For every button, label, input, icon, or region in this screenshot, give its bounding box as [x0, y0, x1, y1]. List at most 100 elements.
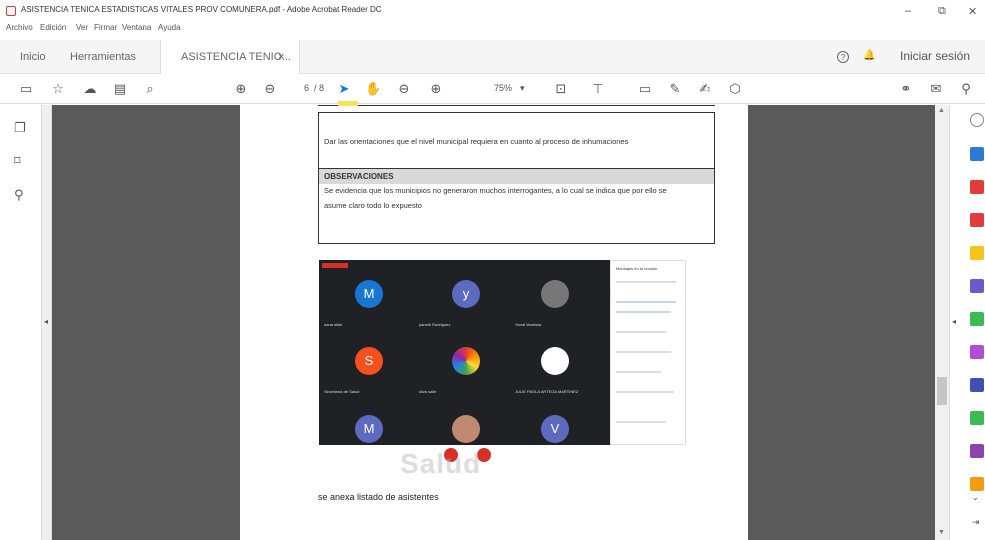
chat-panel-title: Mensajes en la reunión [616, 266, 658, 271]
scan-ocr-icon[interactable] [970, 411, 984, 425]
main-toolbar: ▭ ☆ ☁ ▤ ⌕ ⊕ ⊖ 6 / 8 ➤ ✋ ⊖ ⊕ 75% ▾ ⊡ ⊤ ▭ … [0, 74, 985, 104]
observations-line2: asume claro todo lo expuesto [324, 201, 422, 210]
right-tools-panel: ◂ ⌄ ⇥ [949, 105, 985, 540]
fill-sign-icon[interactable]: ⬡ [727, 81, 743, 97]
participant-logo [541, 347, 569, 375]
window-title: ASISTENCIA TENICA ESTADISTICAS VITALES P… [21, 5, 382, 14]
export-pdf-icon[interactable] [970, 147, 984, 161]
highlight-mark [338, 101, 358, 106]
protect-icon[interactable] [970, 378, 984, 392]
participant-avatar: M [355, 415, 383, 443]
participant-label: nana elkin [324, 322, 343, 327]
tab-bar: Inicio Herramientas ASISTENCIA TENIC... … [0, 40, 985, 74]
observations-heading: OBSERVACIONES [319, 169, 714, 184]
page-thumbnails-icon[interactable]: ❐ [14, 120, 28, 136]
scroll-up-icon[interactable]: ▲ [938, 107, 945, 114]
request-signature-icon[interactable] [970, 444, 984, 458]
organize-pages-icon[interactable] [970, 312, 984, 326]
zoom-in-icon[interactable]: ⊕ [428, 81, 444, 97]
tab-document-label: ASISTENCIA TENIC... [181, 51, 291, 63]
fill-sign-tool-icon[interactable] [970, 345, 984, 359]
fit-page-icon[interactable]: ⊡ [553, 81, 569, 97]
menu-ver[interactable]: Ver [76, 23, 88, 32]
chevron-left-icon: ◂ [44, 317, 49, 326]
left-nav-panel: ❐ ⌑ ⚲ [0, 105, 42, 540]
select-cursor-icon[interactable]: ➤ [336, 81, 352, 97]
participant-avatar: M [355, 280, 383, 308]
maximize-button[interactable]: ⧉ [938, 5, 946, 18]
tab-close-icon[interactable]: × [278, 40, 284, 74]
minimize-button[interactable]: – [905, 5, 911, 17]
chevron-down-icon[interactable]: ⌄ [972, 493, 979, 502]
user-add-icon[interactable]: ⚲ [958, 81, 974, 97]
share-link-icon[interactable]: ⚭ [898, 81, 914, 97]
upload-cloud-icon[interactable]: ☁ [82, 81, 98, 97]
close-window-button[interactable]: ✕ [968, 5, 977, 18]
scroll-thumb[interactable] [937, 377, 947, 405]
watermark: Salud [400, 448, 482, 479]
comment-icon[interactable]: ▭ [637, 81, 653, 97]
participant-avatar: S [355, 347, 383, 375]
bookmarks-icon[interactable]: ⌑ [14, 153, 28, 169]
meeting-controls-bar [319, 445, 686, 467]
participant-label: Secretaría de Salud [324, 389, 360, 394]
more-tools-icon[interactable] [970, 477, 984, 491]
participant-label: Yandi Vanessa [515, 322, 542, 327]
participant-label: JULIE PAOLA ARTEGA MARTINEZ [515, 389, 579, 394]
observations-line1: Se evidencia que los municipios no gener… [324, 186, 667, 195]
zoom-dropdown-icon[interactable]: ▾ [520, 83, 525, 94]
menu-ayuda[interactable]: Ayuda [158, 23, 181, 32]
combine-files-icon[interactable] [970, 279, 984, 293]
comment-tool-icon[interactable] [970, 246, 984, 260]
sign-icon[interactable]: ✍ [697, 81, 713, 97]
table-top-border [318, 105, 715, 106]
signin-button[interactable]: Iniciar sesión [900, 49, 970, 63]
orientation-box: Dar las orientaciones que el nivel munic… [318, 112, 715, 169]
recording-badge [322, 263, 348, 268]
hand-tool-icon[interactable]: ✋ [365, 81, 381, 97]
scroll-down-icon[interactable]: ▼ [938, 529, 945, 536]
bookmark-star-icon[interactable]: ☆ [50, 81, 66, 97]
participant-label: yaneth Rodriguez [419, 322, 451, 327]
panel-expand-icon[interactable]: ⇥ [972, 517, 980, 528]
attachments-icon[interactable]: ⚲ [14, 187, 28, 203]
scroll-mode-icon[interactable]: ⊤ [590, 81, 606, 97]
tab-tools[interactable]: Herramientas [70, 40, 136, 74]
create-pdf-icon[interactable] [970, 213, 984, 227]
menu-bar: Archivo Edición Ver Firmar Ventana Ayuda [0, 22, 985, 36]
menu-archivo[interactable]: Archivo [6, 23, 33, 32]
pdf-app-icon [6, 6, 16, 16]
zoom-out-icon[interactable]: ⊖ [396, 81, 412, 97]
chevron-left-icon[interactable]: ◂ [952, 317, 956, 326]
zoom-level-select[interactable]: 75% [494, 83, 512, 93]
page-down-icon[interactable]: ⊖ [262, 81, 278, 97]
title-bar: ASISTENCIA TENICA ESTADISTICAS VITALES P… [0, 0, 985, 22]
search-tools-icon[interactable] [970, 113, 984, 127]
annex-text: se anexa listado de asistentes [318, 492, 439, 502]
search-icon[interactable]: ⌕ [142, 81, 158, 97]
left-panel-toggle[interactable]: ◂ [42, 105, 52, 540]
page-up-icon[interactable]: ⊕ [233, 81, 249, 97]
participant-avatar: y [452, 280, 480, 308]
tab-home[interactable]: Inicio [20, 40, 46, 74]
vertical-scrollbar[interactable]: ▲ ▼ [935, 105, 949, 540]
observations-box: OBSERVACIONES Se evidencia que los munic… [318, 169, 715, 244]
email-icon[interactable]: ✉ [928, 81, 944, 97]
save-icon[interactable]: ▭ [18, 81, 34, 97]
highlight-pen-icon[interactable]: ✎ [667, 81, 683, 97]
participant-avatar: V [541, 415, 569, 443]
edit-pdf-icon[interactable] [970, 180, 984, 194]
participant-logo [452, 347, 480, 375]
tab-document[interactable]: ASISTENCIA TENIC... × [160, 40, 300, 74]
participant-label: silva salle [419, 389, 437, 394]
menu-firmar[interactable]: Firmar [94, 23, 117, 32]
page-total: / 8 [314, 83, 325, 93]
participant-photo [452, 415, 480, 443]
help-icon[interactable]: ? [837, 51, 849, 63]
page-number-input[interactable]: 6 [304, 83, 309, 93]
orientation-text: Dar las orientaciones que el nivel munic… [324, 137, 629, 146]
menu-edicion[interactable]: Edición [40, 23, 66, 32]
menu-ventana[interactable]: Ventana [122, 23, 151, 32]
notification-icon[interactable]: 🔔 [863, 50, 875, 61]
print-icon[interactable]: ▤ [112, 81, 128, 97]
